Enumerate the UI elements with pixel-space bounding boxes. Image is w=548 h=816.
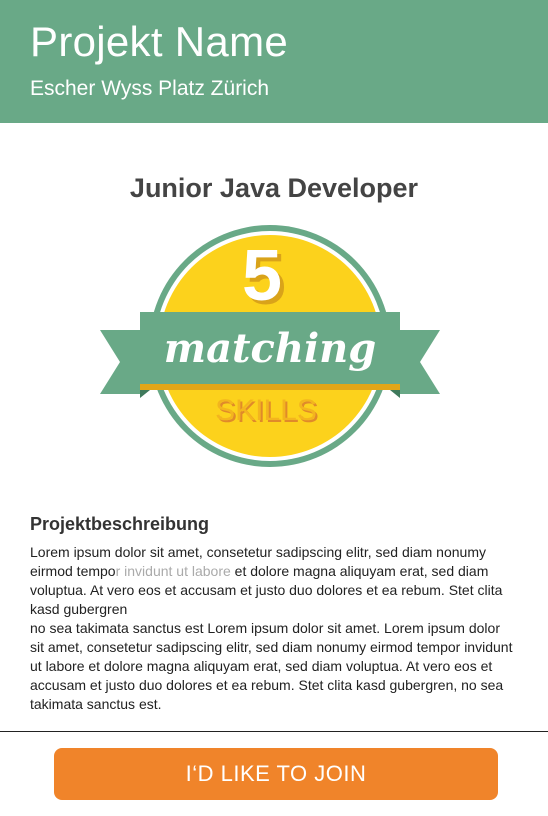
join-button[interactable]: I‘D LIKE TO JOIN <box>54 748 498 800</box>
divider <box>0 731 548 732</box>
matching-count: 5 <box>242 236 282 316</box>
job-title: Junior Java Developer <box>129 173 419 203</box>
project-location: Escher Wyss Platz Zürich <box>30 77 270 100</box>
description-heading: Projektbeschreibung <box>30 514 210 534</box>
ribbon-tail-right <box>400 330 440 394</box>
matching-word: matching <box>164 325 376 372</box>
matching-skills-badge: 5 5 matching SKILLS SKILLS <box>100 225 440 467</box>
ribbon-tail-left <box>100 330 140 394</box>
description-text: Lorem ipsum dolor sit amet, consetetur s… <box>30 543 514 714</box>
skills-label: SKILLS <box>215 394 317 427</box>
description-text-part2: et dolore magna aliquyam erat, sed diam … <box>30 563 513 712</box>
header-bar: Projekt Name Escher Wyss Platz Zürich <box>0 0 548 123</box>
project-title: Projekt Name <box>30 18 289 65</box>
description-text-faded: r invidunt ut labore <box>115 563 231 579</box>
